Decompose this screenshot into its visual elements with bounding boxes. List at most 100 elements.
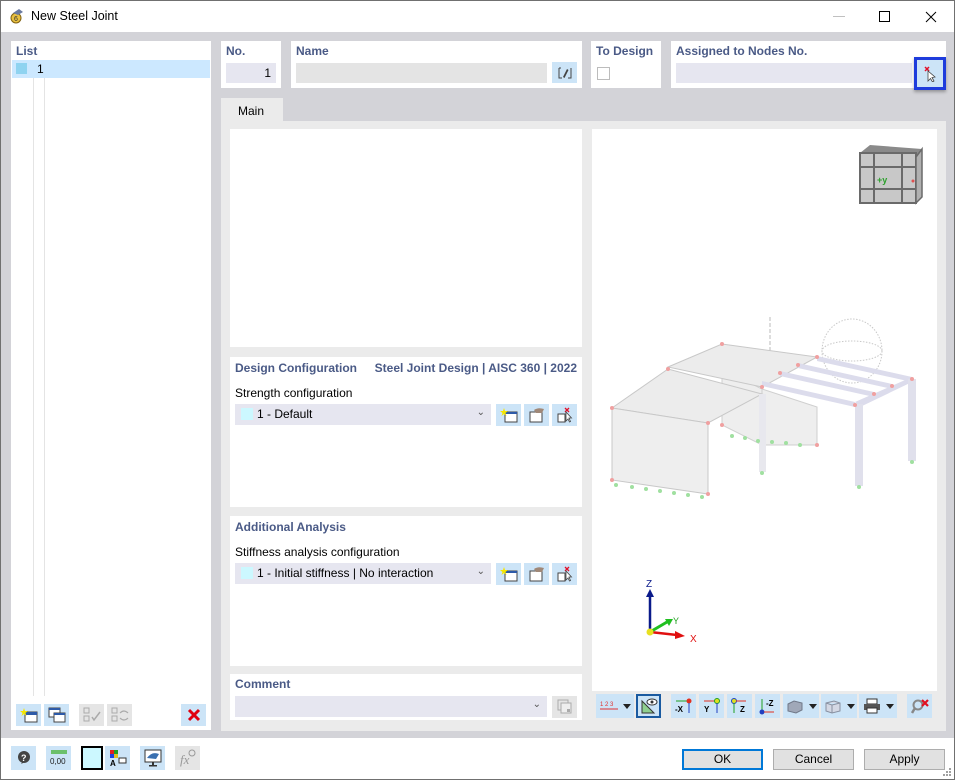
axis-x-label: X [690,634,697,645]
view-settings-button[interactable] [636,694,661,718]
display-properties-icon: A [109,750,126,767]
monitor-icon [144,749,161,767]
number-label: No. [226,44,246,58]
svg-text:1 2 3: 1 2 3 [600,702,614,708]
edit-strength-config-button[interactable] [524,404,549,426]
list-panel: List 1 [11,41,211,730]
print-button[interactable] [859,694,897,718]
view-z-button[interactable]: Z [727,694,752,718]
pick-strength-config-button[interactable] [552,404,577,426]
to-design-checkbox[interactable] [597,67,610,80]
number-panel: No. 1 [221,41,281,88]
strength-color-swatch [241,408,253,420]
to-design-label: To Design [596,44,654,58]
pick-node-icon [924,65,936,82]
dropdown-arrow-icon [622,703,631,709]
view-y-button[interactable]: Y [699,694,724,718]
3d-viewport[interactable]: +y Z Y X [592,129,937,691]
svg-text:-Z: -Z [766,699,774,708]
edit-name-button[interactable] [552,62,577,83]
name-field[interactable] [296,63,547,83]
strength-configuration-select[interactable]: 1 - Default ⌄ [235,404,491,425]
numbering-button[interactable]: 1 2 3 [596,694,634,718]
copy-icon [557,699,571,714]
formula-icon: fx [180,749,195,767]
svg-text:0,00: 0,00 [50,757,66,766]
pick-stiffness-config-button[interactable] [552,563,577,585]
minimize-button[interactable] [816,1,862,32]
dropdown-arrow-icon [846,703,855,709]
maximize-icon [879,10,890,22]
number-field[interactable]: 1 [226,63,276,83]
edit-config-icon [529,567,544,582]
edit-config-icon [529,408,544,423]
formula-button[interactable]: fx [175,746,200,770]
units-button[interactable]: 0,00 [46,746,71,770]
dialog-window: 6 New Steel Joint List 1 No. 1 Name To D… [0,0,955,780]
axis-y-label: Y [673,616,679,626]
name-label: Name [296,44,329,58]
ruler-eye-icon [641,698,657,714]
list-item-color [16,63,27,74]
select-nodes-button[interactable] [914,57,946,90]
info-panel [230,129,582,347]
cancel-button[interactable]: Cancel [773,749,854,770]
maximize-button[interactable] [862,1,908,32]
svg-text:?: ? [21,753,27,763]
units-icon: 0,00 [50,750,67,766]
close-icon [925,11,937,22]
svg-text:6: 6 [14,16,18,23]
assigned-nodes-field[interactable] [676,63,912,83]
new-item-button[interactable] [16,704,41,726]
stiffness-configuration-label: Stiffness analysis configuration [235,545,400,559]
new-strength-config-button[interactable] [496,404,521,426]
display-properties-button[interactable]: A [105,746,130,770]
view-model-button[interactable] [140,746,165,770]
pick-config-icon [557,566,572,582]
list-gridline [44,78,45,696]
view-minus-x-button[interactable]: -X [671,694,696,718]
magnifier-cross-icon [910,699,929,714]
view-minus-z-icon: -Z [759,699,774,715]
svg-text:-X: -X [675,705,684,714]
delete-item-button[interactable] [181,704,206,726]
copy-item-button[interactable] [44,704,69,726]
check-all-button[interactable] [79,704,104,726]
name-panel: Name [291,41,582,88]
render-style-button[interactable] [783,694,819,718]
comment-select[interactable]: ⌄ [235,696,547,717]
stiffness-color-swatch [241,567,253,579]
minimize-icon [833,15,845,17]
svg-text:A: A [110,759,116,767]
app-icon: 6 [10,9,23,24]
transparent-view-button[interactable] [821,694,857,718]
comment-library-button[interactable] [552,696,577,718]
list-gridline [33,78,34,696]
tab-main[interactable]: Main [221,98,283,122]
close-button[interactable] [908,1,954,32]
structure-model [610,317,916,499]
view-minus-x-icon: -X [675,698,691,714]
color-swatch-button[interactable] [81,746,103,770]
edit-stiffness-config-button[interactable] [524,563,549,585]
toggle-check-button[interactable] [107,704,132,726]
list-item[interactable]: 1 [12,60,210,78]
solid-model-icon [787,700,802,714]
reset-zoom-button[interactable] [907,694,932,718]
design-configuration-panel: Design Configuration Steel Joint Design … [230,357,582,507]
view-z-icon: Z [730,698,746,714]
view-minus-z-button[interactable]: -Z [755,694,780,718]
design-configuration-title: Design Configuration [235,361,357,375]
view-cube[interactable]: +y [854,141,924,207]
svg-text:fx: fx [180,752,190,767]
help-button[interactable]: ? [11,746,36,770]
strength-configuration-label: Strength configuration [235,386,353,400]
svg-text:Y: Y [704,705,710,714]
ok-button[interactable]: OK [682,749,763,770]
stiffness-configuration-select[interactable]: 1 - Initial stiffness | No interaction ⌄ [235,563,491,584]
apply-button[interactable]: Apply [864,749,945,770]
new-config-icon [499,567,517,582]
title-bar: 6 New Steel Joint [1,1,954,32]
resize-grip-icon[interactable] [942,767,952,777]
new-stiffness-config-button[interactable] [496,563,521,585]
